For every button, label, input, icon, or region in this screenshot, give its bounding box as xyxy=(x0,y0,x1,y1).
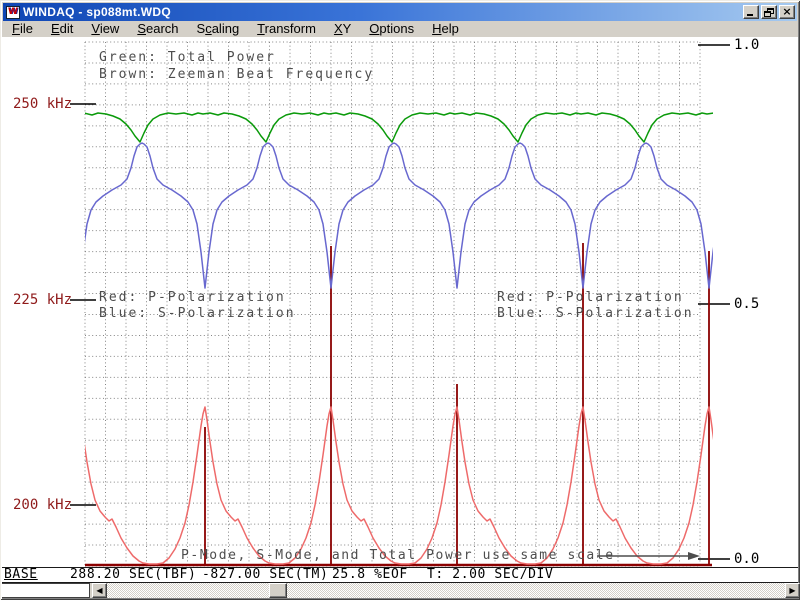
scroll-right-icon: ▶ xyxy=(789,586,795,595)
menu-item-help[interactable]: Help xyxy=(423,21,468,37)
bottom-bar: ◀ ▶ xyxy=(2,583,798,598)
restore-button[interactable] xyxy=(761,5,777,19)
annotation-field[interactable] xyxy=(2,583,90,598)
app-icon: W xyxy=(6,6,20,19)
menu-bar: File Edit View Search Scaling Transform … xyxy=(3,21,797,37)
scroll-left-icon: ◀ xyxy=(96,586,102,595)
scrollbar-track[interactable] xyxy=(107,583,785,598)
minimize-button[interactable] xyxy=(743,5,759,19)
status-eof: 25.8 %EOF xyxy=(332,568,408,582)
scrollbar-thumb[interactable] xyxy=(269,583,287,598)
close-button[interactable]: × xyxy=(779,5,795,19)
menu-item-xy[interactable]: XY xyxy=(325,21,360,37)
window-title: WINDAQ - sp088mt.WDQ xyxy=(23,3,743,21)
left-tick-200khz: 200 kHz xyxy=(13,498,72,513)
legend-total-power: Green: Total Power xyxy=(99,50,276,66)
minimize-icon xyxy=(747,14,753,16)
scroll-right-button[interactable]: ▶ xyxy=(785,583,800,598)
status-base-mode[interactable]: BASE xyxy=(4,568,38,582)
menu-item-view[interactable]: View xyxy=(82,21,128,37)
legend-p-polarization-left: Red: P-Polarization xyxy=(99,290,286,306)
menu-item-scaling[interactable]: Scaling xyxy=(188,21,249,37)
legend-s-polarization-left: Blue: S-Polarization xyxy=(99,306,296,322)
status-tm: -827.00 SEC(TM) xyxy=(202,568,328,582)
scroll-left-button[interactable]: ◀ xyxy=(92,583,107,598)
left-tick-250khz: 250 kHz xyxy=(13,97,72,112)
menu-item-options[interactable]: Options xyxy=(360,21,423,37)
right-tick-0: 0.0 xyxy=(734,552,759,567)
legend-s-polarization-right: Blue: S-Polarization xyxy=(497,306,694,322)
status-tbf: 288.20 SEC(TBF) xyxy=(70,568,196,582)
status-time-per-div: T: 2.00 SEC/DIV xyxy=(427,568,553,582)
status-bar: BASE 288.20 SEC(TBF) -827.00 SEC(TM) 25.… xyxy=(2,567,798,583)
menu-item-edit[interactable]: Edit xyxy=(42,21,82,37)
menu-item-transform[interactable]: Transform xyxy=(248,21,325,37)
menu-item-search[interactable]: Search xyxy=(128,21,187,37)
legend-p-polarization-right: Red: P-Polarization xyxy=(497,290,684,306)
right-tick-1: 1.0 xyxy=(734,38,759,53)
left-tick-225khz: 225 kHz xyxy=(13,293,72,308)
windaq-window: W WINDAQ - sp088mt.WDQ × File Edit View … xyxy=(0,0,800,600)
scale-note: P-Mode, S-Mode, and Total Power use same… xyxy=(181,548,615,564)
title-bar: W WINDAQ - sp088mt.WDQ × xyxy=(3,3,797,21)
right-tick-05: 0.5 xyxy=(734,297,759,312)
menu-item-file[interactable]: File xyxy=(3,21,42,37)
legend-zeeman-beat: Brown: Zeeman Beat Frequency xyxy=(99,67,374,83)
